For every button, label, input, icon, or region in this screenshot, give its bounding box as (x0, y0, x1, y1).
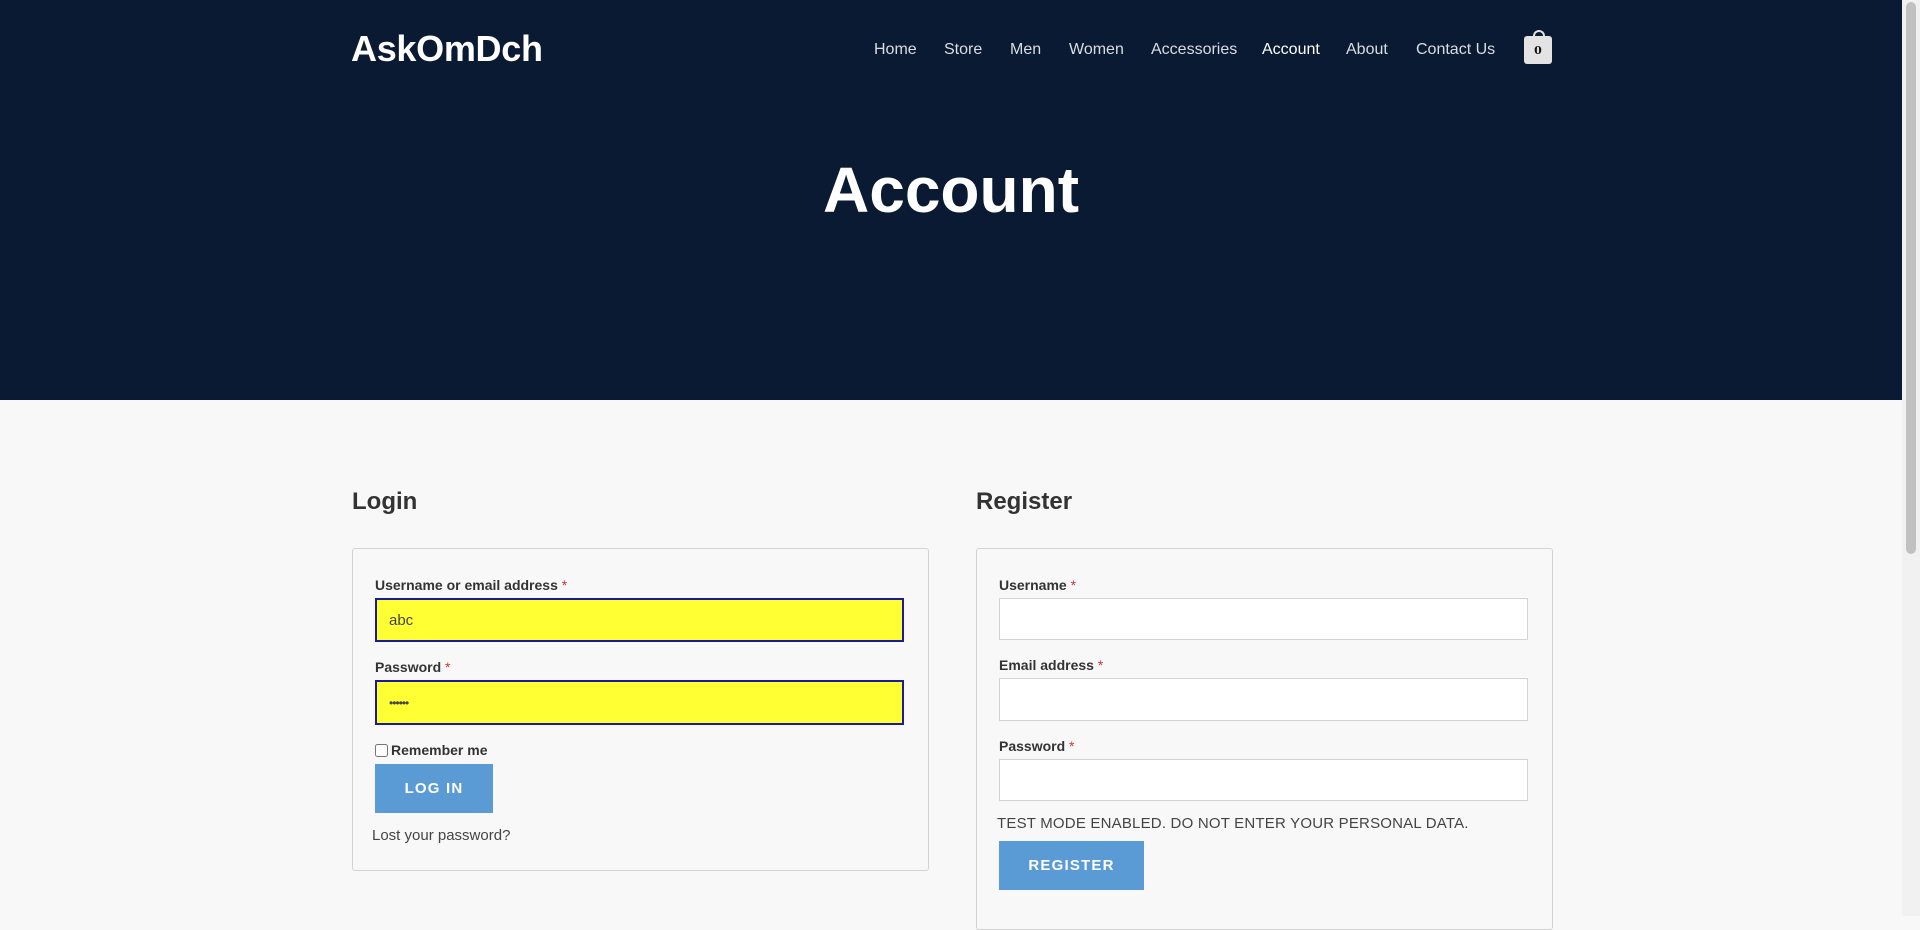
remember-me-checkbox[interactable] (375, 743, 388, 757)
nav-item-men[interactable]: Men (1010, 40, 1041, 60)
required-marker: * (1097, 657, 1104, 673)
remember-me-label: Remember me (391, 742, 488, 758)
nav-item-accessories[interactable]: Accessories (1151, 40, 1237, 60)
register-email-input[interactable] (999, 678, 1528, 721)
required-marker: * (445, 659, 451, 675)
remember-me[interactable]: Remember me (375, 741, 488, 759)
register-heading: Register (976, 488, 1073, 515)
page-title: Account (823, 154, 1079, 226)
register-email-label: Email address * (999, 657, 1104, 673)
nav-item-contact-us[interactable]: Contact Us (1416, 40, 1495, 60)
cart-count: 0 (1534, 44, 1542, 57)
login-password-label: Password * (375, 659, 451, 675)
nav-item-home[interactable]: Home (874, 40, 917, 60)
nav-item-about[interactable]: About (1346, 40, 1388, 60)
nav-item-women[interactable]: Women (1069, 40, 1124, 60)
login-button[interactable]: LOG IN (375, 764, 493, 813)
register-button[interactable]: REGISTER (999, 841, 1144, 890)
login-password-input[interactable] (375, 680, 904, 725)
required-marker: * (1069, 738, 1075, 754)
required-marker: * (561, 577, 568, 593)
register-username-label: Username * (999, 577, 1077, 593)
nav-item-store[interactable]: Store (944, 40, 982, 60)
scrollbar-thumb[interactable] (1906, 2, 1916, 554)
required-marker: * (1070, 577, 1077, 593)
cart-icon[interactable]: 0 (1524, 30, 1552, 64)
register-username-input[interactable] (999, 598, 1528, 640)
login-username-input[interactable] (375, 598, 904, 642)
main-nav: Home Store Men Women Accessories Account… (0, 40, 1902, 60)
login-heading: Login (352, 488, 418, 515)
register-password-input[interactable] (999, 759, 1528, 801)
page-scrollbar[interactable] (1902, 0, 1920, 916)
page-header: AskOmDch Home Store Men Women Accessorie… (0, 0, 1902, 400)
nav-item-account[interactable]: Account (1262, 40, 1320, 60)
register-password-label: Password * (999, 738, 1075, 754)
login-username-label: Username or email address * (375, 577, 568, 593)
test-mode-notice: TEST MODE ENABLED. DO NOT ENTER YOUR PER… (997, 815, 1469, 832)
lost-password-link[interactable]: Lost your password? (372, 827, 510, 845)
